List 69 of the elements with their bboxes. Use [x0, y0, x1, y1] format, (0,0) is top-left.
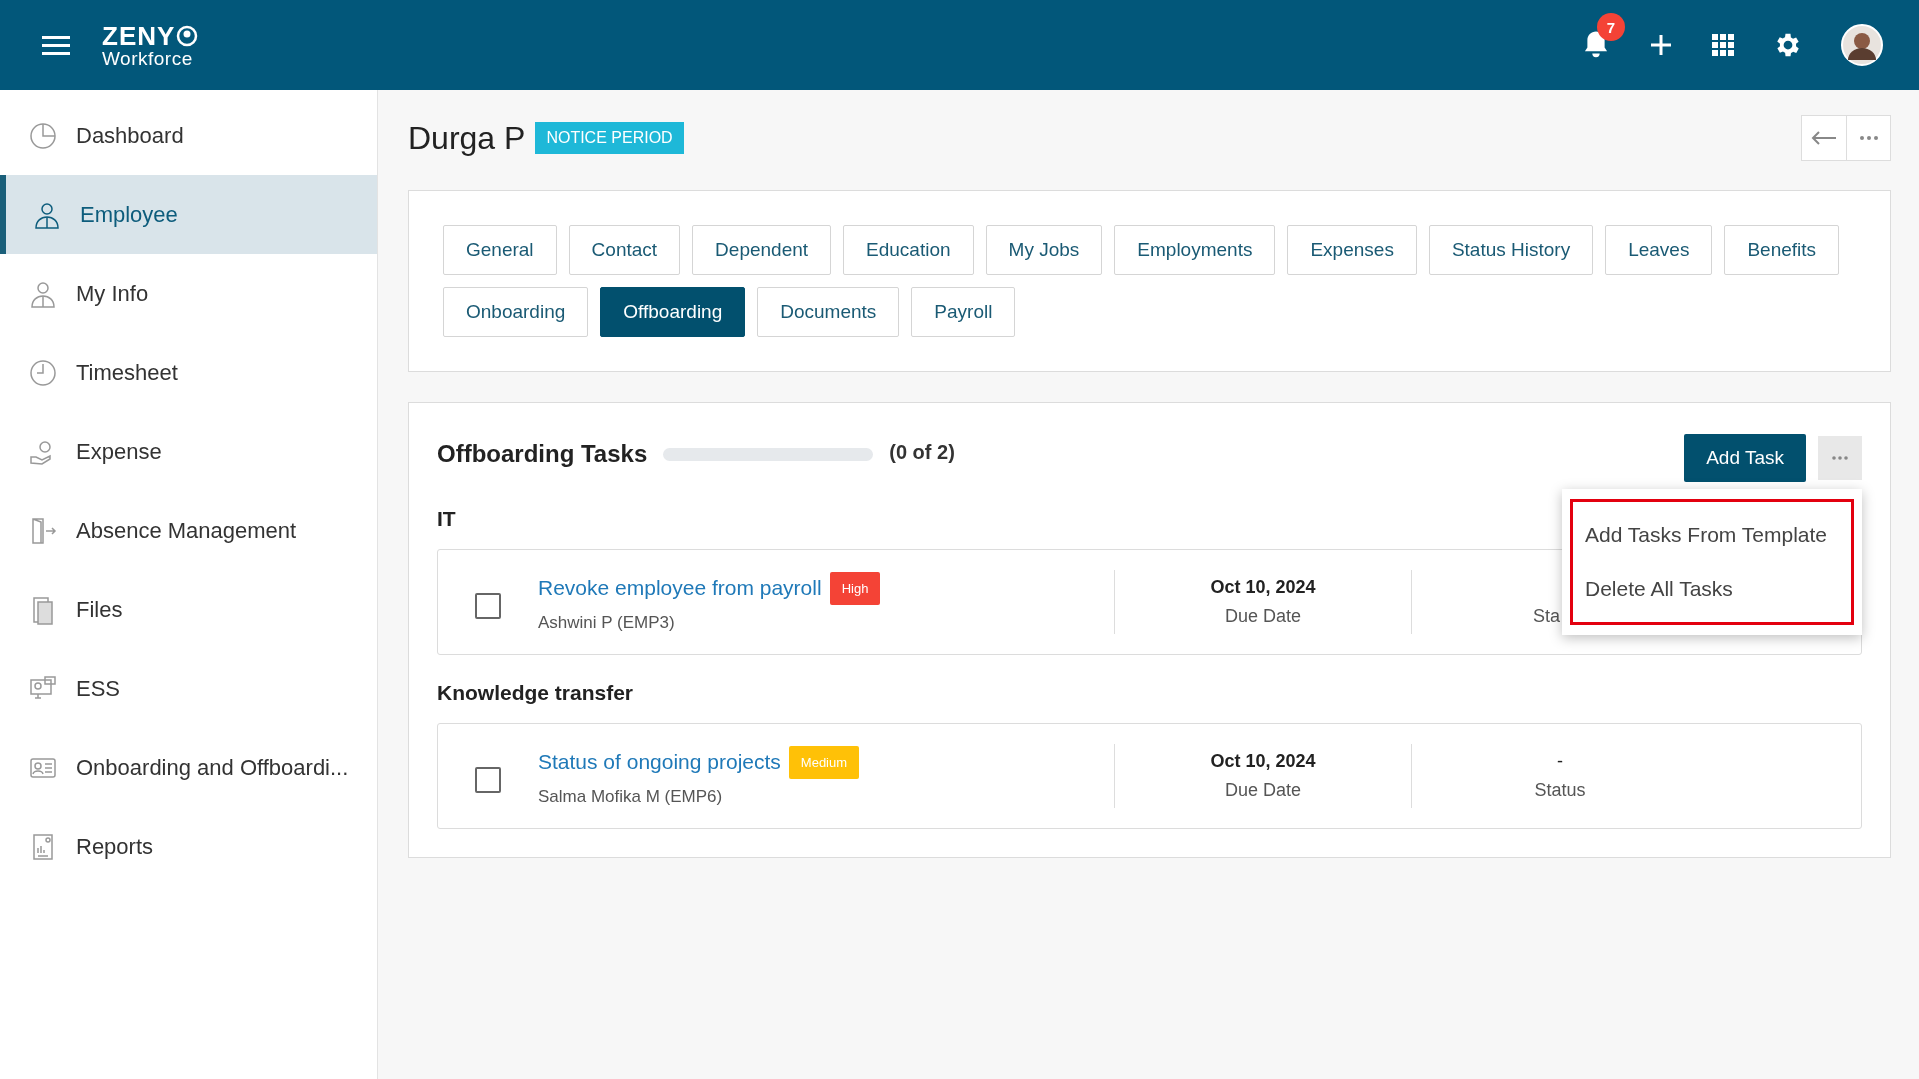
sidebar-item-label: Dashboard — [76, 122, 184, 149]
tab[interactable]: Payroll — [911, 287, 1016, 337]
menu-icon[interactable] — [42, 34, 70, 56]
sidebar-item-label: Files — [76, 596, 123, 623]
sidebar-item-label: Reports — [76, 833, 154, 860]
checkbox[interactable] — [475, 767, 501, 793]
tab[interactable]: Employments — [1114, 225, 1276, 275]
status-label: Sta — [1533, 606, 1561, 627]
due-date-label: Due Date — [1224, 780, 1301, 801]
due-date-label: Due Date — [1224, 606, 1301, 627]
tab[interactable]: Dependent — [692, 225, 832, 275]
tab[interactable]: Benefits — [1724, 225, 1840, 275]
tab[interactable]: Offboarding — [600, 287, 746, 337]
sidebar-item[interactable]: Dashboard — [0, 96, 377, 175]
due-date: Oct 10, 2024 — [1210, 577, 1316, 598]
tab[interactable]: Onboarding — [443, 287, 589, 337]
back-arrow-icon — [1811, 131, 1837, 145]
sidebar-item[interactable]: My Info — [0, 254, 377, 333]
sidebar-item-label: Expense — [76, 438, 162, 465]
notification-count: 7 — [1597, 13, 1625, 41]
sidebar-item[interactable]: Files — [0, 570, 377, 649]
employee-name: Durga P — [408, 119, 526, 157]
sidebar-item[interactable]: Timesheet — [0, 333, 377, 412]
tab[interactable]: Education — [843, 225, 974, 275]
sidebar-item[interactable]: Employee — [0, 175, 377, 254]
avatar[interactable] — [1841, 24, 1883, 66]
pie-chart-icon — [28, 120, 58, 151]
priority-badge: Medium — [788, 745, 860, 779]
sidebar-item[interactable]: Onboarding and Offboardi... — [0, 728, 377, 807]
task-link[interactable]: Status of ongoing projects — [538, 750, 781, 774]
task-link[interactable]: Revoke employee from payroll — [538, 576, 822, 600]
tab[interactable]: Status History — [1428, 225, 1594, 275]
tab[interactable]: General — [443, 225, 557, 275]
logo[interactable]: ZENY Workforce — [102, 22, 199, 68]
sidebar-item-label: Onboarding and Offboardi... — [76, 754, 349, 781]
add-icon[interactable] — [1649, 33, 1673, 57]
sidebar-item-label: My Info — [76, 280, 149, 307]
sidebar-item[interactable]: ESS — [0, 649, 377, 728]
status-badge: NOTICE PERIOD — [535, 122, 684, 154]
sidebar-item[interactable]: Reports — [0, 807, 377, 886]
assignee: Ashwini P (EMP3) — [538, 612, 676, 633]
group-title: IT — [437, 507, 456, 531]
apps-grid-icon[interactable] — [1711, 33, 1735, 57]
checkbox[interactable] — [475, 593, 501, 619]
tab[interactable]: Contact — [568, 225, 681, 275]
sidebar-item-label: Employee — [80, 201, 178, 228]
menu-item[interactable]: Add Tasks From Template — [1573, 508, 1851, 562]
clock-icon — [28, 357, 58, 388]
add-task-button[interactable]: Add Task — [1684, 434, 1806, 482]
tab[interactable]: Documents — [757, 287, 900, 337]
more-icon — [1832, 456, 1848, 460]
status-label: Status — [1534, 780, 1586, 801]
group-title: Knowledge transfer — [437, 681, 634, 705]
tab[interactable]: Expenses — [1287, 225, 1417, 275]
sidebar-item-label: Timesheet — [76, 359, 178, 386]
due-date: Oct 10, 2024 — [1210, 751, 1316, 772]
panel-title: Offboarding Tasks — [437, 440, 648, 468]
task-count: (0 of 2) — [889, 440, 955, 464]
tab[interactable]: Leaves — [1605, 225, 1713, 275]
assignee: Salma Mofika M (EMP6) — [538, 786, 724, 807]
sidebar-item[interactable]: Absence Management — [0, 491, 377, 570]
menu-item[interactable]: Delete All Tasks — [1573, 562, 1851, 616]
sidebar-item-label: ESS — [76, 675, 121, 702]
tab[interactable]: My Jobs — [985, 225, 1103, 275]
sidebar-item-label: Absence Management — [76, 517, 297, 544]
priority-badge: High — [829, 571, 881, 605]
sidebar-item[interactable]: Expense — [0, 412, 377, 491]
status-value: - — [1557, 751, 1563, 772]
more-icon — [1859, 136, 1878, 140]
